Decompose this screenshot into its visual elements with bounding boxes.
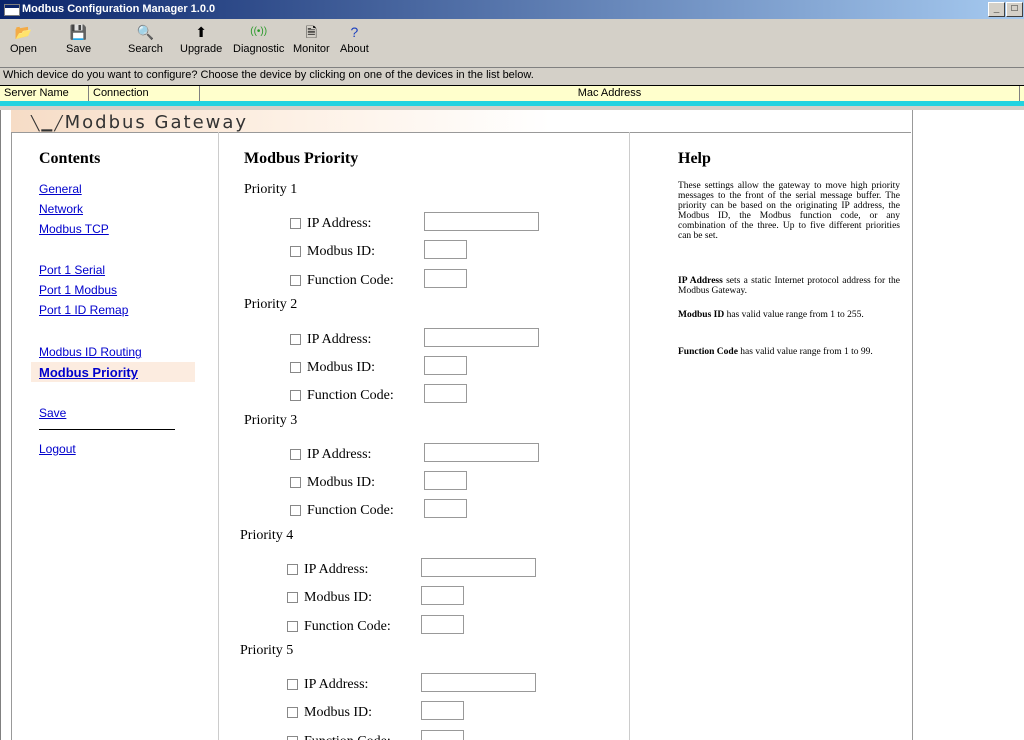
function-code-input[interactable] [424,384,467,403]
antenna-icon: ((•)) [250,26,268,37]
checkbox[interactable] [287,564,298,576]
column-connection[interactable]: Connection [89,86,200,101]
save-button[interactable]: 💾 Save [66,23,91,55]
modbus-id-label: Modbus ID: [287,590,372,606]
function-code-input[interactable] [421,615,464,634]
checkbox[interactable] [290,275,301,287]
banner: ╲▁╱Modbus Gateway [11,110,911,133]
question-icon: ? [350,24,359,40]
about-button[interactable]: ? About [340,23,369,55]
column-mac-address[interactable]: Mac Address [200,86,1020,101]
ip-address-label: IP Address: [290,332,371,348]
modbus-id-input[interactable] [421,701,464,720]
upgrade-icon: ⬆ [195,24,207,40]
folder-icon: 📂 [14,24,33,40]
modbus-id-input[interactable] [424,240,467,259]
nav-port1-serial[interactable]: Port 1 Serial [39,263,105,277]
column-server-name[interactable]: Server Name [0,86,89,101]
ip-address-label: IP Address: [287,562,368,578]
nav-save[interactable]: Save [39,406,66,420]
priority-heading: Priority 1 [244,182,298,197]
nav-modbus-id-routing[interactable]: Modbus ID Routing [39,345,142,359]
function-code-label: Function Code: [290,503,394,519]
function-code-label: Function Code: [290,273,394,289]
function-code-input[interactable] [424,499,467,518]
toolbar: 📂 Open 💾 Save 🔍 Search ⬆ Upgrade ((•)) Diagno… [0,19,1024,68]
monitor-icon: 🗎 [305,24,317,40]
nav-divider [39,429,175,430]
nav-modbus-tcp[interactable]: Modbus TCP [39,222,109,236]
checkbox[interactable] [287,592,298,604]
nav-port1-modbus[interactable]: Port 1 Modbus [39,283,117,297]
help-ip-address: IP Address sets a static Internet protoc… [678,276,900,296]
ip-address-input[interactable] [421,673,536,692]
search-icon: 🔍 [136,24,155,40]
column-divider [218,132,219,740]
contents-heading: Contents [39,150,101,167]
ip-address-label: IP Address: [290,447,371,463]
modbus-id-input[interactable] [424,471,467,490]
upgrade-button[interactable]: ⬆ Upgrade [180,23,222,55]
diagnostic-button[interactable]: ((•)) Diagnostic [233,23,284,55]
priority-heading: Priority 2 [244,297,298,312]
checkbox[interactable] [290,390,301,402]
title-bar: Modbus Configuration Manager 1.0.0 _ □ [0,0,1024,19]
minimize-button[interactable]: _ [988,2,1005,17]
device-prompt: Which device do you want to configure? C… [3,69,534,81]
help-function-code: Function Code has valid value range from… [678,347,873,357]
ip-address-input[interactable] [424,212,539,231]
nav-network[interactable]: Network [39,202,83,216]
help-modbus-id: Modbus ID has valid value range from 1 t… [678,310,864,320]
checkbox[interactable] [290,246,301,258]
window-title: Modbus Configuration Manager 1.0.0 [22,3,216,15]
page-title: Modbus Priority [244,150,359,167]
help-heading: Help [678,150,711,167]
modbus-id-label: Modbus ID: [287,705,372,721]
ip-address-label: IP Address: [290,216,371,232]
nav-modbus-priority[interactable]: Modbus Priority [31,362,195,382]
checkbox[interactable] [287,621,298,633]
function-code-input[interactable] [424,269,467,288]
checkbox[interactable] [287,707,298,719]
checkbox[interactable] [290,218,301,230]
checkbox[interactable] [287,679,298,691]
checkbox[interactable] [290,505,301,517]
ip-address-input[interactable] [424,328,539,347]
checkbox[interactable] [290,334,301,346]
search-button[interactable]: 🔍 Search [128,23,163,55]
modbus-id-label: Modbus ID: [290,360,375,376]
nav-port1-id-remap[interactable]: Port 1 ID Remap [39,303,128,317]
function-code-label: Function Code: [287,619,391,635]
help-intro: These settings allow the gateway to move… [678,181,900,241]
window-controls: _ □ [988,2,1024,17]
function-code-label: Function Code: [287,734,391,740]
ip-address-label: IP Address: [287,677,368,693]
monitor-button[interactable]: 🗎 Monitor [293,23,330,55]
priority-heading: Priority 3 [244,413,298,428]
checkbox[interactable] [287,736,298,740]
device-list-header: Server Name Connection Mac Address [0,85,1024,102]
modbus-id-input[interactable] [421,586,464,605]
ip-address-input[interactable] [424,443,539,462]
priority-heading: Priority 4 [240,528,294,543]
maximize-button[interactable]: □ [1006,2,1023,17]
gateway-logo: ╲▁╱Modbus Gateway [31,112,249,133]
ip-address-input[interactable] [421,558,536,577]
nav-logout[interactable]: Logout [39,442,76,456]
checkbox[interactable] [290,449,301,461]
open-button[interactable]: 📂 Open [10,23,37,55]
floppy-icon: 💾 [69,24,88,40]
app-icon [4,4,20,16]
priority-heading: Priority 5 [240,643,294,658]
modbus-id-input[interactable] [424,356,467,375]
config-page: ╲▁╱Modbus Gateway Contents General Netwo… [0,110,1024,740]
modbus-id-label: Modbus ID: [290,475,375,491]
checkbox[interactable] [290,477,301,489]
modbus-id-label: Modbus ID: [290,244,375,260]
column-divider [629,132,630,740]
checkbox[interactable] [290,362,301,374]
nav-general[interactable]: General [39,182,82,196]
function-code-label: Function Code: [290,388,394,404]
function-code-input[interactable] [421,730,464,740]
